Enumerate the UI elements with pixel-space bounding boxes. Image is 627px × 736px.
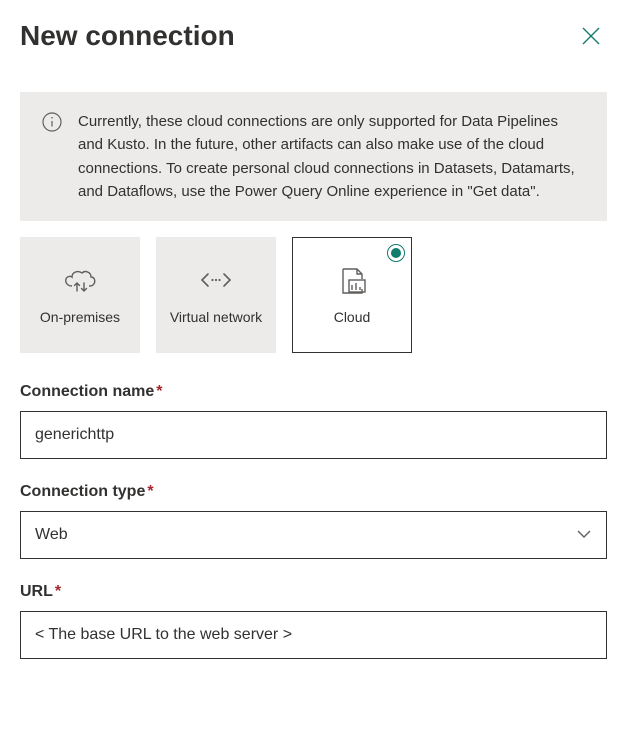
- required-asterisk: *: [147, 483, 153, 500]
- network-icon: [200, 264, 232, 296]
- new-connection-panel: New connection Currently, these cloud co…: [0, 0, 627, 659]
- connection-location-tabs: On-premises Virtual network: [20, 237, 607, 353]
- field-label: Connection name*: [20, 383, 607, 401]
- url-input[interactable]: [20, 611, 607, 659]
- chevron-down-icon: [576, 526, 592, 544]
- tab-virtual-network[interactable]: Virtual network: [156, 237, 276, 353]
- field-connection-name: Connection name*: [20, 383, 607, 459]
- field-label: Connection type*: [20, 483, 607, 501]
- label-text: Connection type: [20, 483, 145, 500]
- close-button[interactable]: [575, 20, 607, 52]
- connection-name-input[interactable]: [20, 411, 607, 459]
- tab-label: Virtual network: [162, 308, 270, 326]
- select-value: Web: [35, 526, 68, 544]
- selected-indicator-icon: [387, 244, 405, 262]
- field-connection-type: Connection type* Web: [20, 483, 607, 559]
- label-text: URL: [20, 583, 53, 600]
- cloud-document-icon: [335, 264, 369, 296]
- page-title: New connection: [20, 20, 235, 52]
- info-text: Currently, these cloud connections are o…: [78, 110, 585, 203]
- tab-label: On-premises: [32, 308, 128, 326]
- field-url: URL*: [20, 583, 607, 659]
- tab-on-premises[interactable]: On-premises: [20, 237, 140, 353]
- required-asterisk: *: [156, 383, 162, 400]
- info-icon: [42, 112, 62, 132]
- info-banner: Currently, these cloud connections are o…: [20, 92, 607, 221]
- close-icon: [582, 27, 600, 45]
- panel-header: New connection: [20, 20, 607, 52]
- connection-type-select[interactable]: Web: [20, 511, 607, 559]
- field-label: URL*: [20, 583, 607, 601]
- cloud-sync-icon: [62, 264, 98, 296]
- tab-label: Cloud: [326, 308, 379, 326]
- label-text: Connection name: [20, 383, 154, 400]
- tab-cloud[interactable]: Cloud: [292, 237, 412, 353]
- required-asterisk: *: [55, 583, 61, 600]
